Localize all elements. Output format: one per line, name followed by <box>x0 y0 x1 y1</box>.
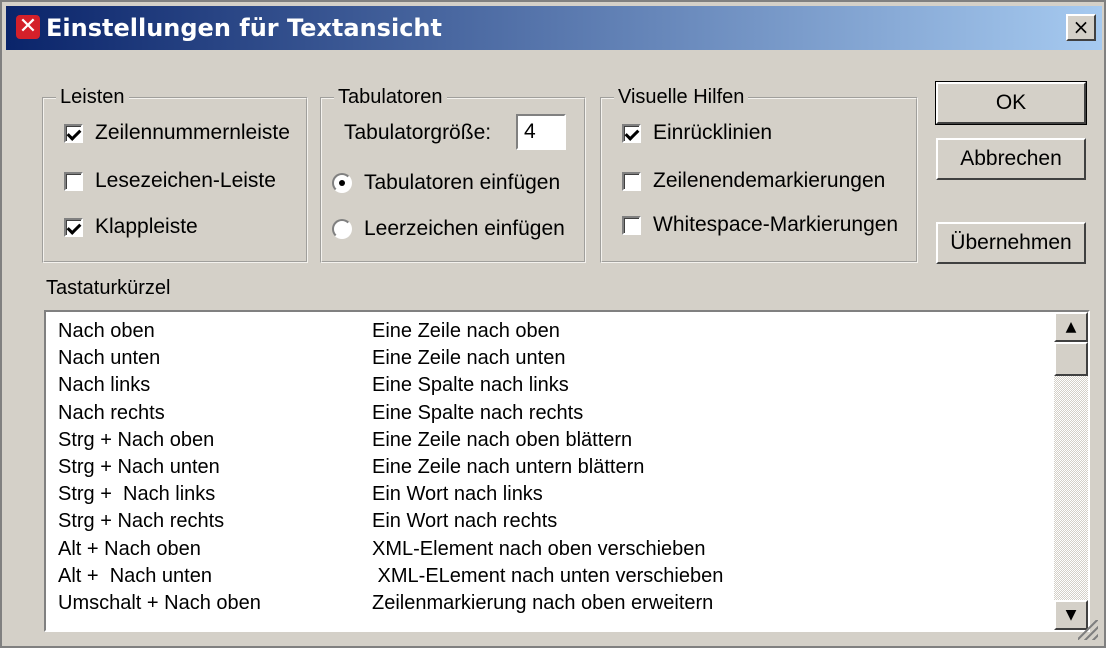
shortcut-key: Nach unten <box>58 347 161 370</box>
checkbox-zeilenendemarkierungen[interactable]: Zeilenendemarkierungen <box>622 169 885 193</box>
checkbox-label: Zeilennummernleiste <box>95 121 290 144</box>
group-tabulatoren-label: Tabulatoren <box>334 84 447 110</box>
shortcut-description: XML-ELement nach unten verschieben <box>372 564 724 587</box>
radio-dot[interactable] <box>332 219 352 239</box>
shortcut-description: Ein Wort nach rechts <box>372 510 558 533</box>
checkbox-box[interactable] <box>622 171 641 191</box>
shortcut-key: Strg + Nach unten <box>58 456 220 478</box>
shortcut-description: Eine Zeile nach oben <box>372 320 560 342</box>
shortcut-description: Eine Zeile nach untern blättern <box>372 456 645 478</box>
tab-size-label: Tabulatorgröße: <box>344 121 492 144</box>
dialog-title: Einstellungen für Textansicht <box>46 14 442 42</box>
shortcuts-list[interactable]: Nach oben Eine Zeile nach oben Nach unten E… <box>44 310 1090 632</box>
group-leisten-label: Leisten <box>56 84 129 110</box>
group-leisten: Leisten Zeilennummernleiste Lesezeichen-… <box>42 84 308 263</box>
checkbox-label: Whitespace-Markierungen <box>653 213 899 236</box>
radio-label: Tabulatoren einfügen <box>364 171 561 194</box>
shortcut-description: Eine Spalte nach rechts <box>372 401 584 424</box>
shortcut-description: XML-Element nach oben verschieben <box>372 537 706 560</box>
scroll-up-icon[interactable]: ▲ <box>1054 312 1088 342</box>
checkbox-zeilennummernleiste[interactable]: Zeilennummernleiste <box>64 121 290 145</box>
checkbox-label: Klappleiste <box>95 215 198 238</box>
checkbox-einruecklinien[interactable]: Einrücklinien <box>622 121 772 145</box>
shortcuts-label: Tastaturkürzel <box>46 277 171 299</box>
shortcut-key: Nach links <box>58 374 151 397</box>
shortcut-description: Eine Spalte nach links <box>372 374 569 397</box>
settings-dialog: ✕ Einstellungen für Textansicht × Leiste… <box>0 0 1106 648</box>
shortcut-description: Zeilenmarkierung nach oben erweitern <box>372 592 714 614</box>
radio-dot[interactable] <box>332 173 352 193</box>
checkbox-box[interactable] <box>622 215 641 235</box>
shortcut-key: Strg + Nach oben <box>58 428 215 451</box>
shortcut-key: Umschalt + Nach oben <box>58 592 261 614</box>
group-visuelle-label: Visuelle Hilfen <box>614 84 749 110</box>
checkbox-label: Zeilenendemarkierungen <box>653 169 886 192</box>
radio-leerzeichen-einfuegen[interactable]: Leerzeichen einfügen <box>332 217 565 241</box>
checkbox-box[interactable] <box>64 217 83 237</box>
resize-grip-icon[interactable] <box>1078 620 1098 640</box>
cancel-button[interactable]: Abbrechen <box>936 138 1086 180</box>
group-visuelle-hilfen: Visuelle Hilfen Einrücklinien Zeilenende… <box>600 84 918 263</box>
shortcut-key: Nach rechts <box>58 401 165 424</box>
group-tabulatoren: Tabulatoren Tabulatorgröße: Tabulatoren … <box>320 84 586 263</box>
checkbox-box[interactable] <box>64 123 83 143</box>
vertical-scrollbar[interactable]: ▲ ▼ <box>1054 312 1088 630</box>
apply-button[interactable]: Übernehmen <box>936 222 1086 264</box>
shortcut-key: Strg + Nach rechts <box>58 510 225 533</box>
shortcut-key: Strg + Nach links <box>58 483 216 506</box>
ok-button[interactable]: OK <box>935 81 1087 125</box>
scroll-thumb[interactable] <box>1054 342 1088 376</box>
shortcut-key: Alt + Nach unten <box>58 564 212 587</box>
shortcut-description: Eine Zeile nach unten <box>372 347 566 370</box>
radio-tabulatoren-einfuegen[interactable]: Tabulatoren einfügen <box>332 171 560 195</box>
checkbox-label: Einrücklinien <box>653 121 773 144</box>
shortcut-description: Ein Wort nach links <box>372 483 543 506</box>
checkbox-lesezeichen-leiste[interactable]: Lesezeichen-Leiste <box>64 169 276 193</box>
checkbox-whitespace-markierungen[interactable]: Whitespace-Markierungen <box>622 213 898 237</box>
checkbox-box[interactable] <box>64 171 83 191</box>
shortcut-key: Alt + Nach oben <box>58 537 201 560</box>
radio-label: Leerzeichen einfügen <box>364 217 565 240</box>
checkbox-klappleiste[interactable]: Klappleiste <box>64 215 198 239</box>
close-button[interactable]: × <box>1066 14 1096 41</box>
shortcut-key: Nach oben <box>58 320 155 342</box>
checkbox-label: Lesezeichen-Leiste <box>95 169 276 192</box>
app-icon: ✕ <box>16 15 40 39</box>
title-bar[interactable]: ✕ Einstellungen für Textansicht × <box>6 6 1102 50</box>
checkbox-box[interactable] <box>622 123 641 143</box>
shortcut-description: Eine Zeile nach oben blättern <box>372 428 633 451</box>
tab-size-input[interactable] <box>516 114 566 150</box>
